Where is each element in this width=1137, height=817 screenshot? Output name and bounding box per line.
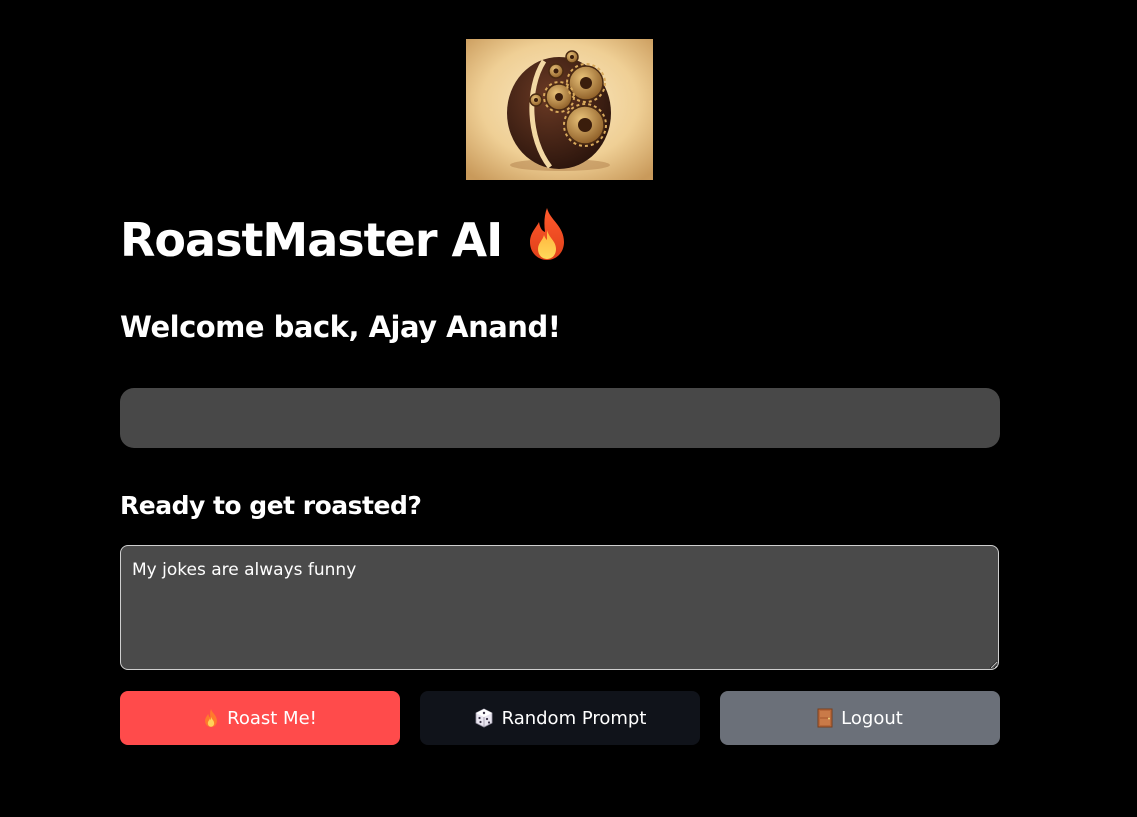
logout-button[interactable]: Logout (720, 691, 1000, 745)
roast-me-label: Roast Me! (227, 707, 317, 729)
empty-banner (120, 388, 1000, 448)
random-prompt-label: Random Prompt (501, 707, 647, 729)
random-prompt-button[interactable]: Random Prompt (420, 691, 700, 745)
prompt-heading: Ready to get roasted? (120, 491, 422, 520)
page-title: RoastMaster AI (120, 206, 570, 277)
welcome-message: Welcome back, Ajay Anand! (120, 310, 561, 344)
logout-label: Logout (841, 707, 903, 729)
fire-icon (524, 206, 570, 277)
roast-prompt-input[interactable]: My jokes are always funny (120, 545, 999, 670)
roast-me-button[interactable]: Roast Me! (120, 691, 400, 745)
coffee-bean-gears-logo (466, 39, 653, 180)
dice-icon (474, 708, 494, 728)
app-page: RoastMaster AI Welcome back, Ajay Anand!… (0, 0, 1137, 817)
fire-icon (203, 708, 219, 728)
door-icon (817, 708, 833, 728)
title-text: RoastMaster AI (120, 213, 503, 267)
